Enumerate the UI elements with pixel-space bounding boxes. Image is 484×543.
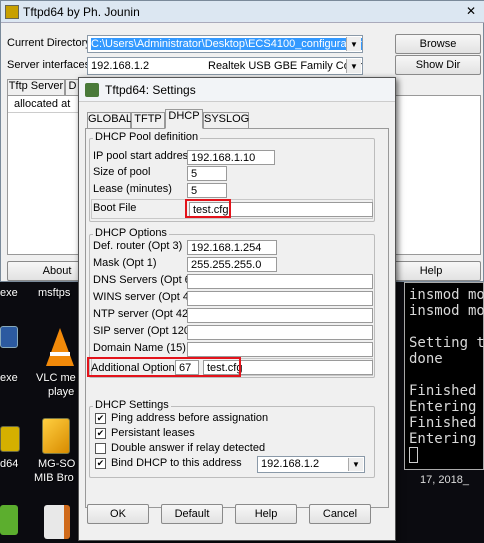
terminal-line: Entering	[409, 431, 477, 447]
terminal-line: Setting t	[409, 335, 484, 351]
terminal-line: Finished	[409, 383, 477, 399]
tab-tftp-server[interactable]: Tftp Server	[7, 79, 65, 95]
bind-dhcp-label[interactable]: Bind DHCP to this address	[111, 457, 242, 469]
mask-input[interactable]: 255.255.255.0	[187, 257, 277, 272]
terminal-window[interactable]: insmod mo insmod mo Setting t done Finis…	[404, 282, 484, 470]
ip-pool-start-label: IP pool start address	[93, 150, 194, 162]
terminal-line: Finished	[409, 415, 477, 431]
server-interfaces-label: Server interfaces	[7, 59, 91, 71]
ok-button[interactable]: OK	[87, 504, 149, 524]
terminal-line: insmod mo	[409, 303, 484, 319]
double-answer-checkbox[interactable]	[95, 443, 106, 454]
main-window-title: Tftpd64 by Ph. Jounin	[23, 5, 140, 19]
green-app-icon[interactable]	[0, 505, 18, 535]
default-button[interactable]: Default	[161, 504, 223, 524]
vlc-icon-stripe	[50, 352, 70, 356]
ntp-server-input[interactable]	[187, 308, 373, 323]
main-titlebar[interactable]: Tftpd64 by Ph. Jounin ✕	[1, 1, 484, 23]
browse-button[interactable]: Browse	[395, 34, 481, 54]
current-directory-value: C:\Users\Administrator\Desktop\ECS4100_c…	[91, 38, 363, 50]
chevron-down-icon[interactable]: ▼	[346, 37, 361, 51]
cancel-button[interactable]: Cancel	[309, 504, 371, 524]
sip-server-label: SIP server (Opt 120)	[93, 325, 194, 337]
chevron-down-icon[interactable]: ▼	[346, 59, 361, 73]
desktop-icon-label-mib-2[interactable]: MIB Bro	[34, 472, 80, 484]
ntp-server-label: NTP server (Opt 42)	[93, 308, 192, 320]
tab-partial[interactable]: D	[65, 79, 79, 95]
close-icon[interactable]: ✕	[463, 4, 479, 20]
current-directory-combo[interactable]: C:\Users\Administrator\Desktop\ECS4100_c…	[87, 35, 363, 53]
desktop-icon-label-vlc[interactable]: VLC me	[36, 372, 80, 384]
pool-definition-title: DHCP Pool definition	[93, 131, 201, 143]
domain-name-label: Domain Name (15)	[93, 342, 186, 354]
domain-name-input[interactable]	[187, 342, 373, 357]
ping-checkbox-label[interactable]: Ping address before assignation	[111, 412, 268, 424]
boot-file-label: Boot File	[93, 202, 137, 214]
tab-dhcp[interactable]: DHCP	[165, 109, 203, 129]
boot-file-highlight	[185, 199, 231, 218]
help-button-main[interactable]: Help	[381, 261, 481, 281]
tab-global[interactable]: GLOBAL	[87, 112, 132, 128]
dhcp-settings-title: DHCP Settings	[93, 399, 171, 411]
wins-server-input[interactable]	[187, 291, 373, 306]
def-router-input[interactable]: 192.168.1.254	[187, 240, 277, 255]
chevron-down-icon[interactable]: ▼	[348, 458, 363, 471]
server-adapter: Realtek USB GBE Family Controller #2	[208, 60, 362, 72]
orange-app-icon[interactable]	[44, 505, 70, 539]
terminal-line: insmod mo	[409, 287, 484, 303]
additional-option-highlight	[87, 357, 241, 377]
mib-icon[interactable]	[42, 418, 70, 454]
desktop-icon-label-mib[interactable]: MG-SO	[38, 458, 80, 470]
tab-tftp[interactable]: TFTP	[131, 112, 165, 128]
server-ip: 192.168.1.2	[91, 60, 150, 72]
def-router-label: Def. router (Opt 3)	[93, 240, 183, 252]
sip-server-input[interactable]	[187, 325, 373, 340]
mask-label: Mask (Opt 1)	[93, 257, 157, 269]
desktop-icon-label-tftpd[interactable]: d64	[0, 458, 24, 470]
lease-input[interactable]: 5	[187, 183, 227, 198]
exe-icon[interactable]	[0, 326, 18, 348]
dhcp-options-title: DHCP Options	[93, 227, 169, 239]
tab-syslog[interactable]: SYSLOG	[203, 112, 249, 128]
dialog-title: Tftpd64: Settings	[105, 83, 196, 97]
app-icon	[5, 5, 19, 19]
settings-icon	[85, 83, 99, 97]
double-answer-label[interactable]: Double answer if relay detected	[111, 442, 265, 454]
persistant-leases-checkbox[interactable]: ✔	[95, 428, 106, 439]
pool-size-input[interactable]: 5	[187, 166, 227, 181]
help-button[interactable]: Help	[235, 504, 297, 524]
pool-size-label: Size of pool	[93, 166, 151, 178]
dns-servers-label: DNS Servers (Opt 6)	[93, 274, 195, 286]
desktop-icon-label-msftps[interactable]: msftps	[38, 287, 78, 299]
wins-server-label: WINS server (Opt 44)	[93, 291, 199, 303]
show-dir-button[interactable]: Show Dir	[395, 55, 481, 75]
dns-servers-input[interactable]	[187, 274, 373, 289]
terminal-date: 17, 2018_	[420, 474, 469, 486]
current-directory-label: Current Directory	[7, 37, 91, 49]
ip-pool-start-input[interactable]: 192.168.1.10	[187, 150, 275, 165]
persistant-leases-label[interactable]: Persistant leases	[111, 427, 195, 439]
column-divider	[8, 112, 88, 113]
settings-dialog: Tftpd64: Settings GLOBAL TFTP DHCP SYSLO…	[78, 77, 396, 541]
lease-label: Lease (minutes)	[93, 183, 172, 195]
tftpd-icon[interactable]	[0, 426, 20, 452]
bind-dhcp-checkbox[interactable]: ✔	[95, 458, 106, 469]
server-interfaces-combo[interactable]: 192.168.1.2 Realtek USB GBE Family Contr…	[87, 57, 363, 75]
desktop-icon-label-exe-2[interactable]: exe	[0, 372, 24, 384]
dialog-titlebar[interactable]: Tftpd64: Settings	[79, 78, 395, 102]
ping-checkbox[interactable]: ✔	[95, 413, 106, 424]
desktop-icon-label-exe[interactable]: exe	[0, 287, 22, 299]
bind-address-value: 192.168.1.2	[261, 458, 320, 470]
text-cursor	[409, 447, 418, 463]
terminal-line: done	[409, 351, 443, 367]
column-allocated-at[interactable]: allocated at	[14, 98, 70, 110]
bind-address-combo[interactable]: 192.168.1.2 ▼	[257, 456, 365, 473]
terminal-line: Entering	[409, 399, 477, 415]
vlc-icon[interactable]	[46, 328, 74, 366]
